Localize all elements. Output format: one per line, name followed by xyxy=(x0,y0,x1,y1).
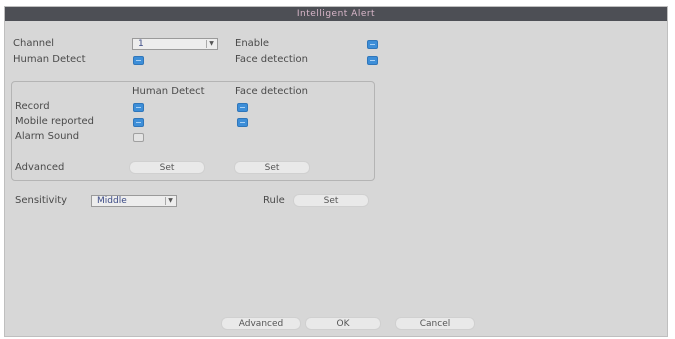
chevron-down-icon: ▼ xyxy=(165,197,175,205)
dialog-title: Intelligent Alert xyxy=(5,7,667,21)
mobile-reported-face-checkbox[interactable] xyxy=(237,118,248,127)
human-detect-label: Human Detect xyxy=(13,54,86,65)
record-human-checkbox[interactable] xyxy=(133,103,144,112)
channel-select-value: 1 xyxy=(138,39,144,49)
mobile-reported-label: Mobile reported xyxy=(15,116,95,127)
alarm-sound-label: Alarm Sound xyxy=(15,131,80,142)
advanced-button[interactable]: Advanced xyxy=(221,317,301,330)
advanced-label: Advanced xyxy=(15,162,65,173)
channel-label: Channel xyxy=(13,38,55,49)
record-label: Record xyxy=(15,101,50,112)
record-face-checkbox[interactable] xyxy=(237,103,248,112)
cancel-button[interactable]: Cancel xyxy=(395,317,475,330)
face-detection-checkbox[interactable] xyxy=(367,56,378,65)
sensitivity-label: Sensitivity xyxy=(15,195,68,206)
human-detect-set-button[interactable]: Set xyxy=(129,161,205,174)
alarm-sound-human-checkbox[interactable] xyxy=(133,133,144,142)
face-detection-label: Face detection xyxy=(235,54,309,65)
chevron-down-icon: ▼ xyxy=(206,40,216,48)
enable-label: Enable xyxy=(235,38,270,49)
ok-button[interactable]: OK xyxy=(305,317,381,330)
mobile-reported-human-checkbox[interactable] xyxy=(133,118,144,127)
intelligent-alert-dialog: Intelligent Alert Channel 1 ▼ Enable Hum… xyxy=(4,6,668,337)
sensitivity-select-value: Middle xyxy=(97,196,127,206)
sensitivity-select[interactable]: Middle ▼ xyxy=(91,195,177,207)
human-detect-checkbox[interactable] xyxy=(133,56,144,65)
rule-label: Rule xyxy=(263,195,285,206)
rule-set-button[interactable]: Set xyxy=(293,194,369,207)
column-header-face-detection: Face detection xyxy=(235,86,309,97)
enable-checkbox[interactable] xyxy=(367,40,378,49)
face-detection-set-button[interactable]: Set xyxy=(234,161,310,174)
channel-select[interactable]: 1 ▼ xyxy=(132,38,218,50)
column-header-human-detect: Human Detect xyxy=(132,86,205,97)
